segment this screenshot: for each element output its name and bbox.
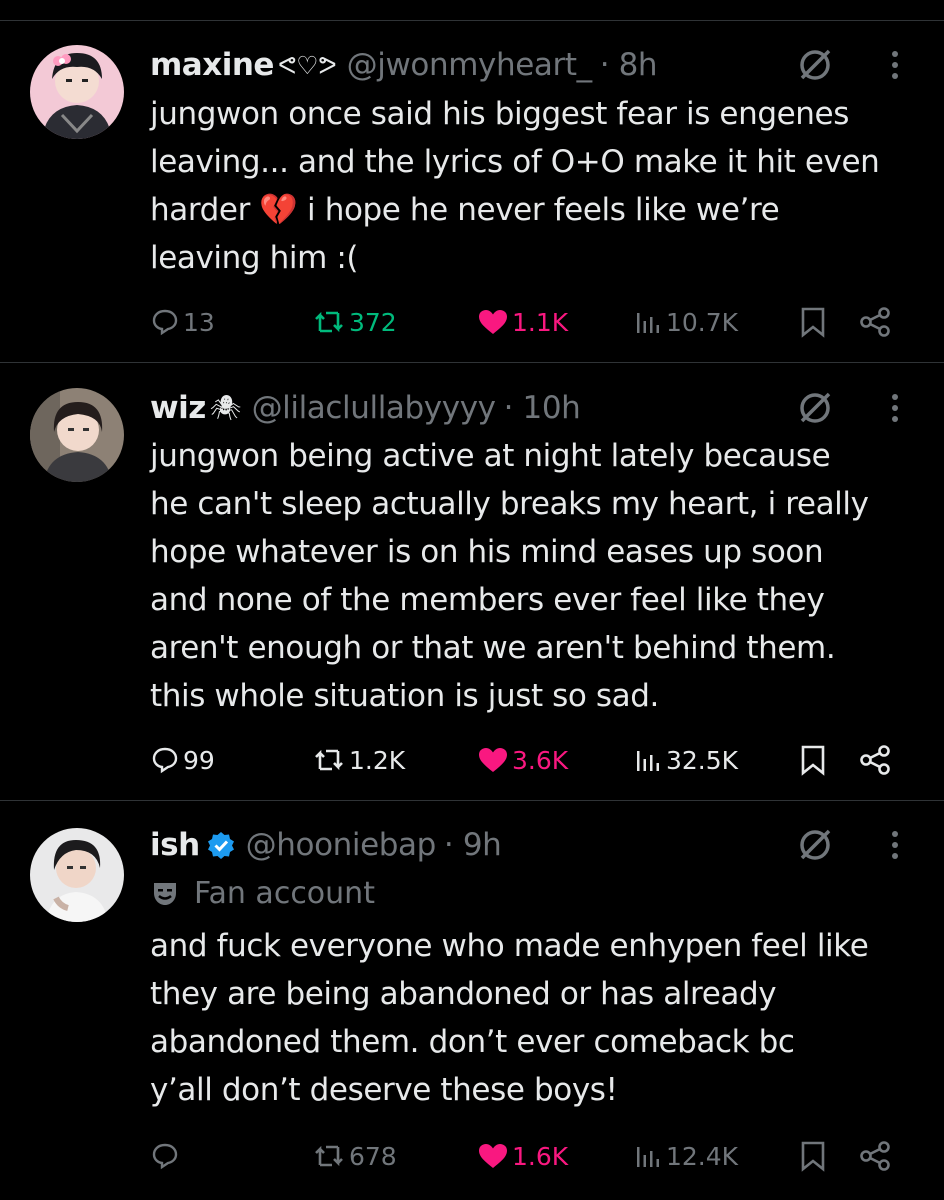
bookmark-icon[interactable] — [800, 738, 826, 782]
grok-icon[interactable] — [795, 45, 835, 85]
retweet-count: 372 — [349, 307, 397, 337]
user-handle[interactable]: @lilaclullabyyyy — [252, 390, 496, 426]
like-button[interactable]: 1.1K — [477, 300, 568, 344]
reply-icon — [152, 309, 178, 336]
retweet-button[interactable]: 678 — [312, 1134, 397, 1178]
tweet-text: and fuck everyone who made enhypen feel … — [150, 928, 869, 1108]
user-handle[interactable]: @jwonmyheart_ — [347, 47, 592, 83]
reply-count: 99 — [183, 745, 215, 775]
share-icon[interactable] — [858, 1134, 892, 1178]
like-count: 3.6K — [512, 745, 569, 775]
theater-mask-icon — [154, 883, 176, 905]
timestamp[interactable]: · 8h — [600, 47, 658, 83]
heart-icon — [479, 310, 507, 334]
more-options-icon[interactable] — [878, 388, 912, 428]
retweet-button[interactable]: 372 — [312, 300, 397, 344]
avatar[interactable] — [30, 45, 124, 139]
display-name[interactable]: ish — [150, 827, 200, 863]
views-icon — [637, 1147, 659, 1167]
tweet-header: wiz 🕷 @lilaclullabyyyy · 10h — [150, 388, 581, 428]
more-options-icon[interactable] — [878, 825, 912, 865]
reply-button[interactable]: 13 — [150, 300, 215, 344]
tweet-header: ish @hooniebap · 9h — [150, 825, 502, 865]
like-button[interactable]: 1.6K — [477, 1134, 568, 1178]
display-name[interactable]: wiz — [150, 390, 206, 426]
user-handle[interactable]: @hooniebap — [246, 827, 437, 863]
reply-button[interactable] — [150, 1134, 183, 1178]
bookmark-icon[interactable] — [800, 1134, 826, 1178]
grok-icon[interactable] — [795, 388, 835, 428]
view-count: 12.4K — [666, 1141, 739, 1171]
reply-button[interactable]: 99 — [150, 738, 215, 782]
like-count: 1.1K — [512, 307, 569, 337]
spider-icon: 🕷 — [209, 393, 242, 422]
name-decoration: ᕙ♡ᕗ — [277, 50, 337, 80]
tweet-header: maxine ᕙ♡ᕗ @jwonmyheart_ · 8h — [150, 45, 658, 85]
view-count: 32.5K — [666, 745, 739, 775]
tweet-actions: 13 372 1.1K 10.7K — [150, 300, 910, 344]
retweet-count: 678 — [349, 1141, 397, 1171]
bookmark-icon[interactable] — [800, 300, 826, 344]
heart-icon — [479, 748, 507, 772]
account-label: Fan account — [150, 873, 375, 913]
reply-icon — [152, 747, 178, 774]
timestamp[interactable]: · 10h — [504, 390, 581, 426]
views-icon — [637, 313, 659, 333]
tweet-actions: 678 1.6K 12.4K — [150, 1134, 910, 1178]
tweet-text: jungwon once said his biggest fear is en… — [150, 96, 880, 276]
retweet-icon — [315, 1145, 343, 1167]
avatar[interactable] — [30, 828, 124, 922]
timestamp[interactable]: · 9h — [444, 827, 502, 863]
tweet-actions: 99 1.2K 3.6K 32.5K — [150, 738, 910, 782]
retweet-button[interactable]: 1.2K — [312, 738, 405, 782]
reply-count: 13 — [183, 307, 215, 337]
reply-icon — [152, 1143, 178, 1170]
heart-icon — [479, 1144, 507, 1168]
share-icon[interactable] — [858, 738, 892, 782]
display-name[interactable]: maxine — [150, 47, 274, 83]
avatar[interactable] — [30, 388, 124, 482]
tweet-text: jungwon being active at night lately bec… — [150, 438, 869, 714]
like-count: 1.6K — [512, 1141, 569, 1171]
more-options-icon[interactable] — [878, 45, 912, 85]
tweet-divider — [0, 362, 944, 363]
tweet-divider — [0, 800, 944, 801]
views-icon — [637, 751, 659, 771]
view-count: 10.7K — [666, 307, 739, 337]
retweet-count: 1.2K — [349, 745, 406, 775]
retweet-icon — [315, 749, 343, 771]
share-icon[interactable] — [858, 300, 892, 344]
views-button[interactable]: 10.7K — [633, 300, 738, 344]
grok-icon[interactable] — [795, 825, 835, 865]
retweet-icon — [315, 311, 343, 333]
account-label-text: Fan account — [194, 875, 375, 911]
verified-badge-icon — [206, 830, 236, 860]
views-button[interactable]: 32.5K — [633, 738, 738, 782]
top-divider — [0, 20, 944, 21]
views-button[interactable]: 12.4K — [633, 1134, 738, 1178]
like-button[interactable]: 3.6K — [477, 738, 568, 782]
